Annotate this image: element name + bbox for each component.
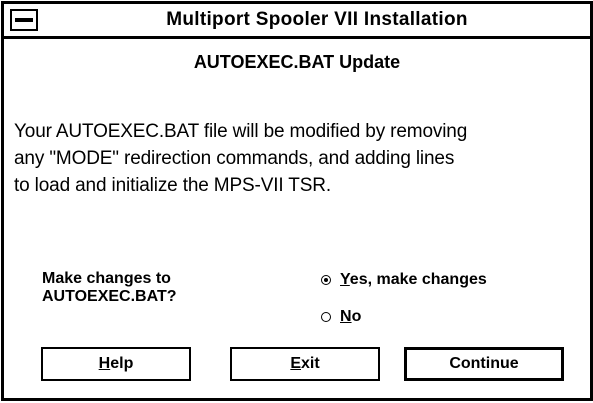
help-button[interactable]: Help	[41, 347, 191, 381]
dialog-heading: AUTOEXEC.BAT Update	[193, 52, 401, 72]
installer-dialog: Multiport Spooler VII Installation AUTOE…	[1, 1, 593, 401]
radio-unselected-icon[interactable]	[321, 312, 331, 322]
question-line: Make changes to	[42, 270, 171, 287]
title-bar[interactable]: Multiport Spooler VII Installation	[4, 4, 590, 39]
continue-button[interactable]: Continue	[404, 347, 564, 381]
radio-no[interactable]: No	[321, 306, 361, 328]
radio-selected-icon[interactable]	[321, 275, 331, 285]
description-text: Your AUTOEXEC.BAT file will be modified …	[14, 118, 584, 199]
exit-button[interactable]: Exit	[230, 347, 380, 381]
radio-yes-make-changes[interactable]: Yes, make changes	[321, 269, 487, 291]
window-title: Multiport Spooler VII Installation	[166, 9, 468, 30]
radio-yes-label: Yes, make changes	[340, 271, 487, 288]
question-line: AUTOEXEC.BAT?	[42, 288, 177, 305]
system-menu-icon[interactable]	[10, 9, 38, 31]
question-label: Make changes to AUTOEXEC.BAT?	[42, 270, 262, 306]
radio-no-label: No	[340, 308, 362, 325]
description-line: to load and initialize the MPS-VII TSR.	[14, 175, 331, 196]
description-line: Your AUTOEXEC.BAT file will be modified …	[14, 121, 468, 142]
description-line: any "MODE" redirection commands, and add…	[14, 148, 455, 169]
